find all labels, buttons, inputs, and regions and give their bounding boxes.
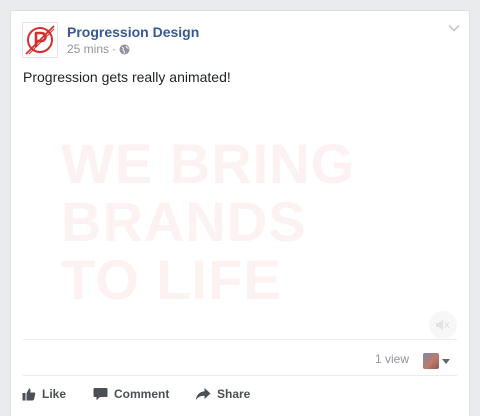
share-button[interactable]: Share (195, 387, 250, 401)
post-text: Progression gets really animated! (23, 69, 231, 85)
caret-down-icon (442, 358, 450, 364)
reaction-avatar-selector[interactable] (423, 353, 450, 369)
like-label: Like (42, 387, 67, 401)
like-button[interactable]: Like (22, 387, 66, 401)
speaker-muted-icon[interactable] (429, 311, 457, 339)
post-timestamp[interactable]: 25 mins (67, 42, 109, 56)
divider (23, 339, 457, 340)
video-text-line: TO LIFE (61, 248, 282, 311)
share-label: Share (217, 387, 251, 401)
video-player[interactable]: WE BRING BRANDS TO LIFE (11, 109, 469, 349)
chevron-down-icon[interactable] (448, 24, 460, 32)
page-name-link[interactable]: Progression Design (67, 24, 199, 40)
progression-logo-icon (25, 25, 55, 55)
action-bar: Like Comment Share (11, 381, 469, 411)
post-meta: 25 mins · (67, 42, 130, 56)
divider (23, 375, 457, 376)
share-arrow-icon (195, 388, 211, 400)
view-count[interactable]: 1 view (375, 352, 409, 366)
page-avatar[interactable] (22, 22, 58, 58)
thumbs-up-icon (22, 388, 36, 401)
avatar (423, 353, 439, 369)
comment-button[interactable]: Comment (93, 387, 169, 401)
post-card: Progression Design 25 mins · Progression… (10, 10, 470, 416)
video-text-line: BRANDS (61, 190, 307, 253)
comment-label: Comment (114, 387, 170, 401)
meta-separator: · (112, 42, 117, 56)
video-frame-text: WE BRING BRANDS TO LIFE (61, 135, 355, 309)
comment-bubble-icon (93, 388, 108, 401)
globe-icon[interactable] (119, 44, 130, 55)
video-text-line: WE BRING (61, 132, 356, 195)
